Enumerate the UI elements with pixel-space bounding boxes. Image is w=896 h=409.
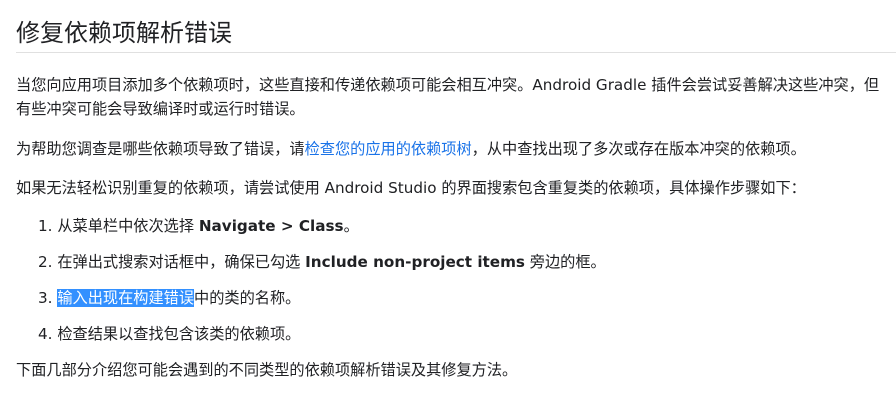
sections-intro-paragraph: 下面几部分介绍您可能会遇到的不同类型的依赖项解析错误及其修复方法。 xyxy=(16,361,518,379)
dependency-tree-link[interactable]: 检查您的应用的依赖项树 xyxy=(305,140,472,158)
list-item: 2. 在弹出式搜索对话框中，确保已勾选 Include non-project … xyxy=(38,250,888,274)
selected-text[interactable]: 输入出现在构建错误 xyxy=(57,289,195,307)
step-number: 2. xyxy=(38,253,53,271)
list-item: 1. 从菜单栏中依次选择 Navigate > Class。 xyxy=(38,214,888,238)
investigate-text-before: 为帮助您调查是哪些依赖项导致了错误，请 xyxy=(16,140,305,158)
step-number: 4. xyxy=(38,325,53,343)
article: 修复依赖项解析错误 当您向应用项目添加多个依赖项时，这些直接和传递依赖项可能会相… xyxy=(16,0,896,382)
investigate-text-after: ，从中查找出现了多次或存在版本冲突的依赖项。 xyxy=(471,140,806,158)
list-item: 4. 检查结果以查找包含该类的依赖项。 xyxy=(38,322,888,346)
step-text: 旁边的框。 xyxy=(524,253,606,271)
investigate-paragraph: 为帮助您调查是哪些依赖项导致了错误，请检查您的应用的依赖项树，从中查找出现了多次… xyxy=(16,137,888,161)
title-divider xyxy=(16,52,896,53)
intro-paragraph: 当您向应用项目添加多个依赖项时，这些直接和传递依赖项可能会相互冲突。Androi… xyxy=(16,76,880,118)
step-text: 中的类的名称。 xyxy=(194,289,301,307)
steps-list: 1. 从菜单栏中依次选择 Navigate > Class。 2. 在弹出式搜索… xyxy=(16,214,888,346)
step-text: 在弹出式搜索对话框中，确保已勾选 xyxy=(57,253,306,271)
step-text: 。 xyxy=(343,217,359,235)
list-item: 3. 输入出现在构建错误中的类的名称。 xyxy=(38,286,888,310)
step-text: 检查结果以查找包含该类的依赖项。 xyxy=(57,325,301,343)
steps-intro-paragraph: 如果无法轻松识别重复的依赖项，请尝试使用 Android Studio 的界面搜… xyxy=(16,179,806,197)
page-title: 修复依赖项解析错误 xyxy=(16,19,232,47)
menu-path: Navigate > Class xyxy=(198,217,344,235)
option-name: Include non-project items xyxy=(305,253,525,271)
step-text: 从菜单栏中依次选择 xyxy=(57,217,199,235)
step-number: 1. xyxy=(38,217,53,235)
step-number: 3. xyxy=(38,289,53,307)
